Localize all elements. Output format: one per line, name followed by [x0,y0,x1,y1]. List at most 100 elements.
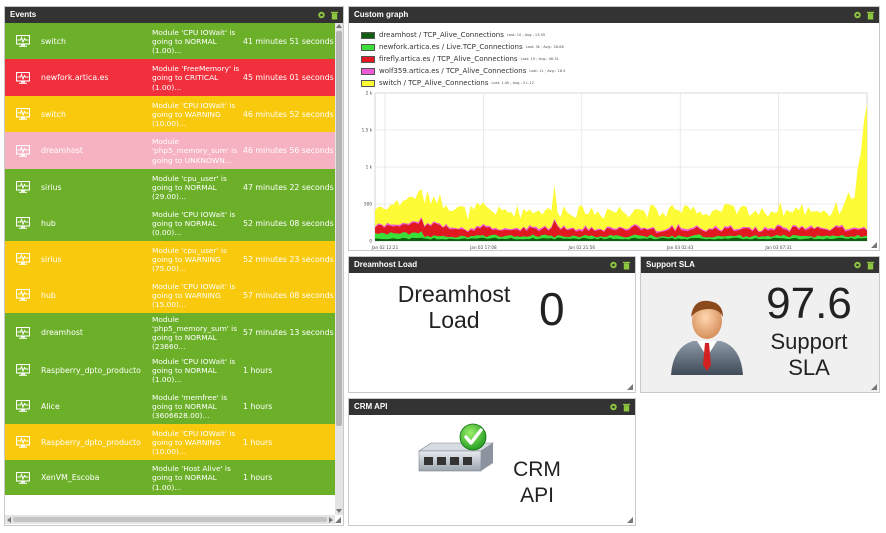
event-agent[interactable]: dreamhost [41,132,152,169]
y-tick-label: 500 [364,202,372,207]
event-agent[interactable]: newfork.artica.es [41,59,152,96]
support-sla-label: Support SLA [770,329,848,380]
legend-swatch [361,43,375,51]
trash-icon[interactable] [330,10,339,20]
trash-icon[interactable] [866,260,875,270]
event-message: Module 'FreeMemory' is going to CRITICAL… [152,64,240,92]
gear-icon[interactable] [853,260,862,270]
event-message: Module 'CPU IOWait' is going to WARNING … [152,281,236,310]
horizontal-scrollbar[interactable] [5,515,335,524]
event-agent[interactable]: hub [41,277,152,313]
event-agent[interactable]: switch [41,96,152,132]
gear-icon[interactable] [317,10,326,20]
event-time: 47 minutes 22 seconds [243,182,334,192]
event-row[interactable]: dreamhost Module 'php5_memory_sum' is goi… [5,313,335,352]
event-agent[interactable]: Alice [41,388,152,424]
crm-api-title: CRM API [354,402,388,411]
gear-icon[interactable] [609,260,618,270]
event-agent[interactable]: hub [41,205,152,241]
resize-handle-icon[interactable] [627,384,633,390]
legend-item: newfork.artica.es / Live.TCP_Connections… [361,41,565,53]
dreamhost-load-value: 0 [539,283,565,335]
crm-api-widget: CRM API CRM API [348,398,636,526]
support-sla-tools [853,260,875,270]
event-agent[interactable]: dreamhost [41,313,152,352]
chart-legend: dreamhost / TCP_Alive_Connections Last: 1… [361,29,565,89]
scroll-left-arrow-icon[interactable] [7,517,11,523]
custom-graph-widget: Custom graph 2 k 1.5 k1 k 500 0 Jan 02 12:21… [348,6,880,251]
event-time: 45 minutes 01 seconds [243,73,334,82]
legend-label: switch / TCP_Alive_Connections [379,79,489,87]
event-row[interactable]: sirius Module 'cpu_user' is going to NORM… [5,169,335,205]
legend-swatch [361,79,375,87]
trash-icon[interactable] [622,402,631,412]
trash-icon[interactable] [622,260,631,270]
events-title: Events [10,10,37,19]
event-message: Module 'CPU IOWait' is going to NORMAL (… [152,356,236,385]
event-time: 1 hours [243,365,273,375]
y-tick-label: 1 k [366,165,373,170]
event-agent[interactable]: Raspberry_dpto_producto [41,352,152,388]
vertical-scrollbar[interactable] [335,23,343,515]
legend-stats: Last: 10 ; Avg.: 13.95 [506,33,546,37]
event-message: Module 'cpu_user' is going to NORMAL (29… [152,173,227,202]
scroll-up-arrow-icon[interactable] [336,24,342,28]
event-message: Module 'Host Alive' is going to NORMAL (… [152,464,231,492]
scrollbar-thumb[interactable] [336,31,342,426]
event-row[interactable]: hub Module 'CPU IOWait' is going to WARNI… [5,277,335,313]
monitor-heartbeat-icon [5,352,41,388]
event-agent[interactable]: sirius [41,241,152,277]
event-message: Module 'memfree' is going to NORMAL (360… [152,392,228,421]
resize-handle-icon[interactable] [871,242,877,248]
event-row[interactable]: switch Module 'CPU IOWait' is going to WA… [5,96,335,132]
legend-item: switch / TCP_Alive_Connections Last: 1.4k… [361,77,565,89]
event-row[interactable]: dreamhost Module 'php5_memory_sum' is goi… [5,132,335,169]
hscrollbar-thumb[interactable] [13,517,327,522]
legend-swatch [361,55,375,63]
event-row[interactable]: newfork.artica.es Module 'FreeMemory' is … [5,59,335,96]
monitor-heartbeat-icon [5,313,41,352]
event-agent[interactable]: sirius [41,169,152,205]
event-row[interactable]: XenVM_Escoba Module 'Host Alive' is going… [5,460,335,495]
event-agent[interactable]: XenVM_Escoba [41,460,152,495]
resize-handle-icon[interactable] [871,384,877,390]
legend-label: dreamhost / TCP_Alive_Connections [379,31,504,39]
monitor-heartbeat-icon [5,23,41,59]
event-agent[interactable]: switch [41,23,152,59]
dreamhost-load-header: Dreamhost Load [349,257,635,273]
legend-item: dreamhost / TCP_Alive_Connections Last: 1… [361,29,565,41]
event-time: 1 hours [243,401,273,411]
event-row[interactable]: Raspberry_dpto_producto Module 'CPU IOWai… [5,352,335,388]
legend-stats: Last: 3k ; Avg.: 28.68 [525,45,564,49]
resize-handle-icon[interactable] [627,517,633,523]
monitor-heartbeat-icon [5,96,41,132]
monitor-heartbeat-icon [5,205,41,241]
legend-item: wolf359.artica.es / TCP_Alive_Connection… [361,65,565,77]
legend-label: firefly.artica.es / TCP_Alive_Connection… [379,55,518,63]
legend-stats: Last: 1.4k ; Avg.: 3 L.12 [491,81,534,85]
x-tick-label: Jan 02 17:08 [469,245,497,250]
legend-swatch [361,67,375,75]
event-message: Module 'CPU IOWait' is going to NORMAL (… [152,209,236,238]
events-list: switch Module 'CPU IOWait' is going to NO… [5,23,343,515]
event-agent[interactable]: Raspberry_dpto_producto [41,424,152,460]
y-tick-label: 2 k [366,91,373,96]
support-sla-header: Support SLA [641,257,879,273]
x-tick-label: Jan 03 07:31 [764,245,792,250]
event-row[interactable]: switch Module 'CPU IOWait' is going to NO… [5,23,335,59]
event-row[interactable]: Alice Module 'memfree' is going to NORMAL… [5,388,335,424]
event-time: 1 hours [243,437,273,447]
event-row[interactable]: Raspberry_dpto_producto Module 'CPU IOWai… [5,424,335,460]
monitor-heartbeat-icon [5,388,41,424]
scroll-down-arrow-icon[interactable] [336,509,342,513]
events-tools [317,10,339,20]
monitor-heartbeat-icon [5,241,41,277]
resize-handle-icon[interactable] [335,517,341,523]
monitor-heartbeat-icon [5,460,41,495]
scroll-right-arrow-icon[interactable] [329,517,333,523]
monitor-heartbeat-icon [5,169,41,205]
legend-label: wolf359.artica.es / TCP_Alive_Connection… [379,67,527,75]
event-row[interactable]: hub Module 'CPU IOWait' is going to NORMA… [5,205,335,241]
event-row[interactable]: sirius Module 'cpu_user' is going to WARN… [5,241,335,277]
gear-icon[interactable] [609,402,618,412]
